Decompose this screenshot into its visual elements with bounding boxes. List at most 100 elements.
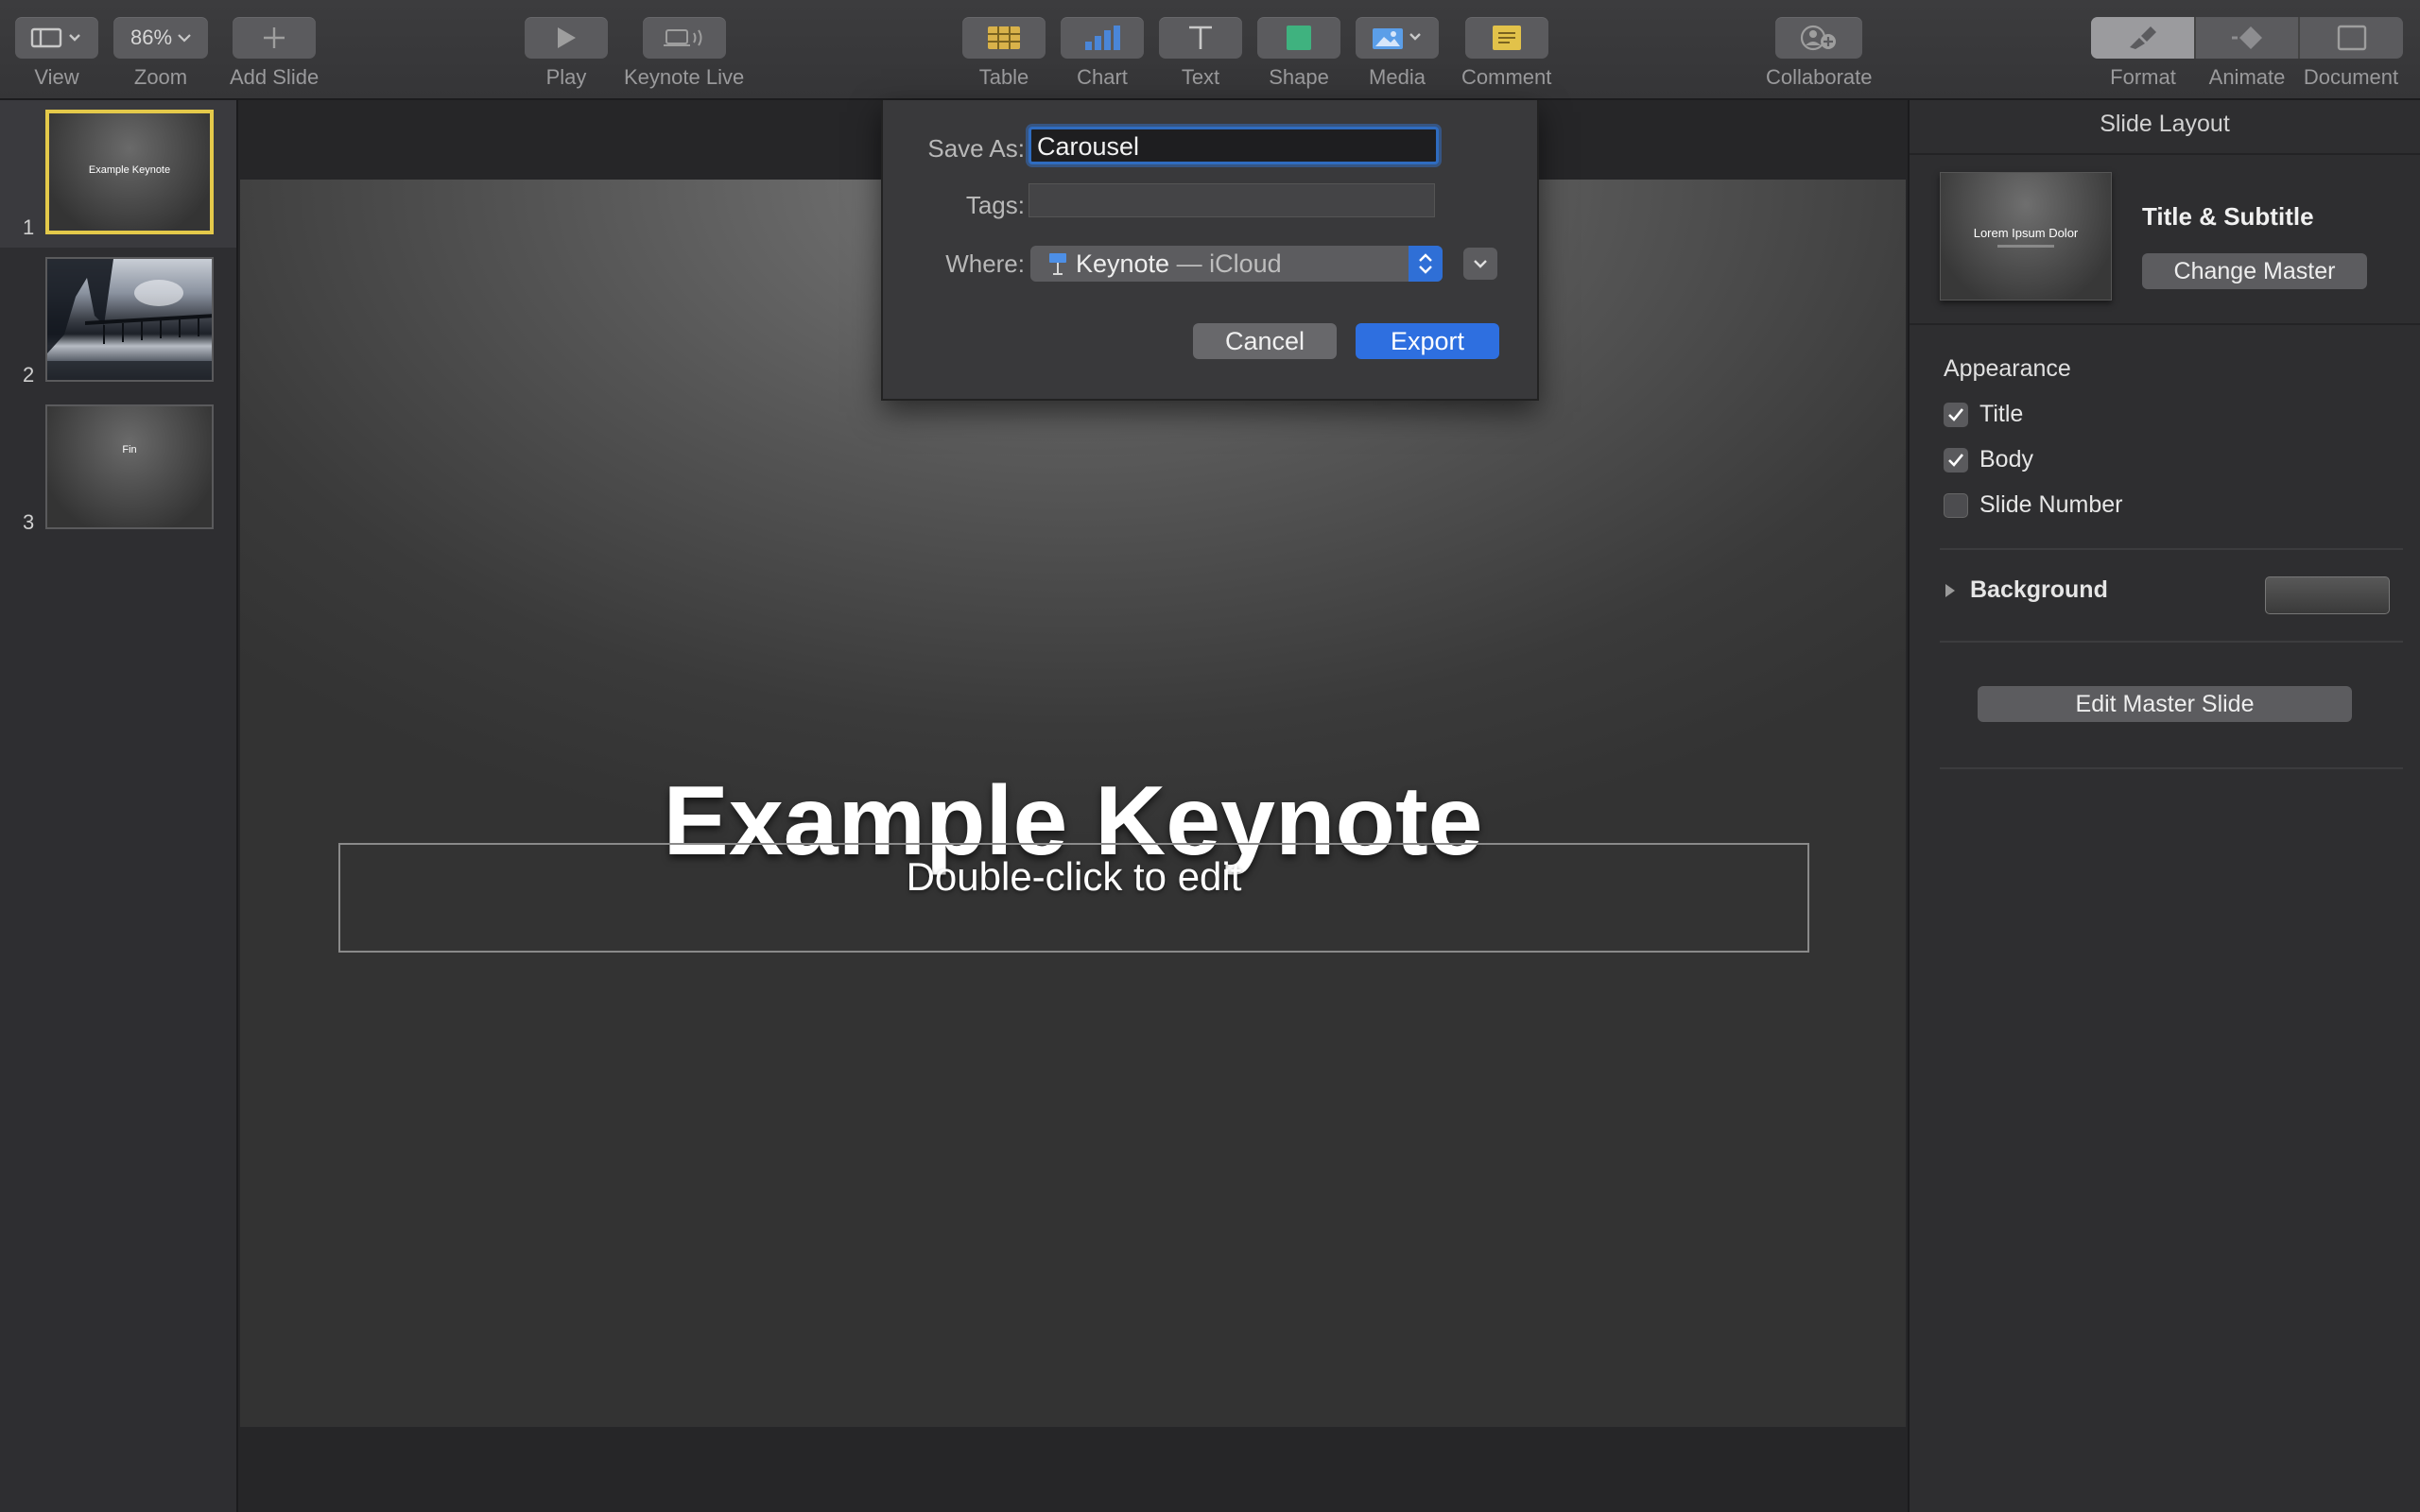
up-down-chevron-icon: [1419, 253, 1432, 274]
slide-thumbnail-title: Fin: [122, 444, 137, 455]
body-option-label: Body: [1979, 446, 2033, 472]
title-option[interactable]: Title: [1944, 401, 2023, 428]
title-checkbox[interactable]: [1944, 402, 1968, 427]
collaborate-control[interactable]: Collaborate: [1766, 17, 1873, 90]
add-slide-control[interactable]: Add Slide: [230, 17, 319, 90]
slide-thumbnail-1[interactable]: Example Keynote: [45, 110, 214, 234]
slide-thumbnail-2[interactable]: [45, 257, 214, 382]
table-control[interactable]: Table: [962, 17, 1046, 90]
inspector-header: Slide Layout: [1910, 100, 2420, 155]
document-tab[interactable]: [2298, 17, 2403, 59]
play-button[interactable]: [525, 17, 608, 59]
document-label: Document: [2303, 65, 2399, 89]
export-button[interactable]: Export: [1356, 323, 1499, 359]
view-button[interactable]: [15, 17, 98, 59]
subtitle-placeholder-text: Double-click to edit: [906, 854, 1242, 899]
animate-label: Animate: [2208, 65, 2286, 89]
background-color-swatch[interactable]: [2265, 576, 2390, 614]
tags-label: Tags:: [965, 191, 1025, 219]
animate-tab[interactable]: [2193, 17, 2299, 59]
view-control[interactable]: View: [15, 17, 98, 90]
add-slide-label: Add Slide: [230, 65, 320, 89]
slide-number-option-label: Slide Number: [1979, 491, 2123, 518]
text-button[interactable]: [1159, 17, 1242, 59]
zoom-value: 86%: [130, 26, 173, 49]
keynote-live-button[interactable]: [642, 17, 726, 59]
divider: [1940, 548, 2403, 550]
where-label: Where:: [945, 249, 1025, 278]
comment-label: Comment: [1461, 65, 1552, 89]
animate-diamond-icon: [2232, 26, 2262, 49]
text-icon: [1189, 26, 1212, 49]
edit-master-slide-button[interactable]: Edit Master Slide: [1978, 686, 2352, 722]
slide-number-checkbox[interactable]: [1944, 492, 1968, 518]
format-tab[interactable]: [2091, 17, 2194, 59]
layout-thumbnail-title: Lorem Ipsum Dolor: [1973, 226, 2079, 240]
plus-icon: [264, 27, 285, 48]
chart-icon: [1085, 26, 1120, 50]
slide-number: 2: [23, 363, 35, 387]
body-checkbox[interactable]: [1944, 447, 1968, 472]
comment-control[interactable]: Comment: [1461, 17, 1551, 90]
where-app-name: Keynote: [1076, 249, 1170, 278]
background-label: Background: [1970, 576, 2108, 603]
table-button[interactable]: [962, 17, 1046, 59]
where-select[interactable]: Keynote — iCloud: [1030, 246, 1443, 282]
slide-thumbnail-title: Example Keynote: [88, 164, 171, 176]
text-label: Text: [1181, 65, 1220, 89]
disclosure-triangle-icon: [1945, 583, 1955, 597]
slide-number: 1: [23, 215, 35, 239]
collaborate-icon: [1801, 25, 1837, 51]
media-button[interactable]: [1356, 17, 1439, 59]
chart-button[interactable]: [1061, 17, 1144, 59]
play-label: Play: [545, 65, 587, 89]
save-as-label: Save As:: [927, 134, 1025, 163]
zoom-button[interactable]: 86%: [113, 17, 208, 59]
keynote-live-icon: [663, 29, 702, 46]
tags-input[interactable]: [1028, 183, 1435, 217]
media-control[interactable]: Media: [1356, 17, 1439, 90]
inspector-panel: Slide Layout Lorem Ipsum Dolor Title & S…: [1908, 100, 2420, 1512]
media-label: Media: [1369, 65, 1426, 89]
collaborate-label: Collaborate: [1766, 65, 1873, 89]
title-option-label: Title: [1979, 401, 2024, 427]
comment-icon: [1492, 26, 1521, 50]
subtitle-placeholder-box[interactable]: Double-click to edit: [338, 843, 1809, 953]
shape-control[interactable]: Shape: [1257, 17, 1340, 90]
appearance-heading: Appearance: [1944, 355, 2071, 382]
background-disclosure[interactable]: Background: [1944, 576, 2108, 604]
body-option[interactable]: Body: [1944, 446, 2033, 473]
table-icon: [988, 26, 1020, 49]
media-icon: [1373, 28, 1421, 49]
layout-thumbnail-subtitle-line: [1997, 245, 2054, 248]
slide-thumbnail-3[interactable]: Fin: [45, 404, 214, 529]
keynote-live-label: Keynote Live: [624, 65, 745, 89]
divider: [1910, 323, 2420, 325]
text-control[interactable]: Text: [1159, 17, 1242, 90]
chevron-down-icon: [1474, 260, 1487, 268]
where-location: — iCloud: [1176, 249, 1282, 278]
keynote-live-control[interactable]: Keynote Live: [624, 17, 744, 90]
expand-dialog-button[interactable]: [1463, 248, 1497, 280]
chevron-down-icon: [178, 34, 191, 43]
save-as-input[interactable]: [1028, 127, 1439, 164]
collaborate-button[interactable]: [1775, 17, 1863, 59]
chart-control[interactable]: Chart: [1061, 17, 1144, 90]
slide-number-option[interactable]: Slide Number: [1944, 491, 2122, 519]
add-slide-button[interactable]: [233, 17, 317, 59]
checkmark-icon: [1948, 453, 1964, 467]
keynote-app-icon: [1049, 253, 1066, 275]
slide-number: 3: [23, 510, 35, 534]
inspector-segmented-control: [2091, 17, 2403, 59]
shape-button[interactable]: [1257, 17, 1340, 59]
zoom-control[interactable]: 86% Zoom: [113, 17, 208, 90]
play-control[interactable]: Play: [525, 17, 608, 90]
format-label: Format: [2110, 65, 2176, 89]
cancel-button[interactable]: Cancel: [1193, 323, 1337, 359]
change-master-button[interactable]: Change Master: [2142, 253, 2367, 289]
divider: [1940, 767, 2403, 769]
zoom-label: Zoom: [133, 65, 188, 89]
comment-button[interactable]: [1464, 17, 1548, 59]
inspector-tab-labels: Format Animate Document: [2091, 65, 2403, 90]
where-stepper[interactable]: [1409, 246, 1443, 282]
